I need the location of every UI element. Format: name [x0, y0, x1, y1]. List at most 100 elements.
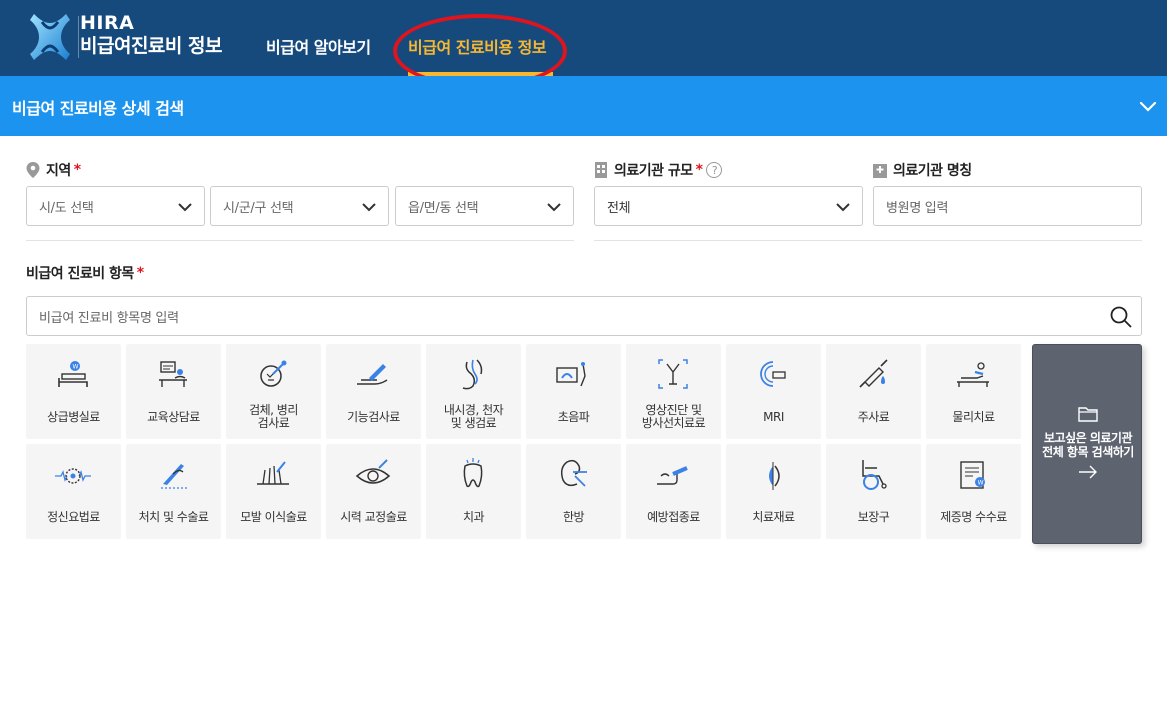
syringe-icon: [859, 359, 888, 388]
chevron-down-icon: [836, 203, 850, 212]
category-tile-vaccine[interactable]: 예방접종료: [626, 444, 721, 539]
category-label: 제증명 수수료: [940, 509, 1007, 524]
acupuncture-icon: [560, 459, 587, 487]
category-tile-imaging[interactable]: 영상진단 및 방사선치료료: [626, 344, 721, 439]
region-label-text: 지역: [46, 163, 71, 179]
category-tile-oriental[interactable]: 한방: [526, 444, 621, 539]
sido-select[interactable]: 시/도 선택: [26, 186, 205, 226]
eye-icon: [355, 459, 391, 484]
function-test-icon: [357, 364, 388, 385]
hospital-icon: [873, 164, 887, 178]
category-label: MRI: [763, 409, 784, 424]
nav-noncovered-info[interactable]: 비급여 알아보기: [266, 34, 371, 58]
imaging-icon: [658, 359, 688, 389]
required-mark: *: [73, 162, 81, 178]
hospital-label: 의료기관 명칭: [873, 160, 972, 180]
detail-search-title: 비급여 진료비용 상세 검색: [12, 99, 184, 118]
wheelchair-icon: [862, 460, 887, 490]
category-label: 주사료: [857, 409, 890, 424]
certificate-icon: W: [960, 461, 985, 489]
site-logo-text[interactable]: HIRA 비급여진료비 정보: [80, 14, 222, 56]
category-tile-specimen[interactable]: 검체, 병리 검사료: [226, 344, 321, 439]
search-all-items-button[interactable]: 보고싶은 의료기관 전체 항목 검색하기: [1032, 344, 1142, 544]
sigungu-select[interactable]: 시/군/구 선택: [210, 186, 389, 226]
scale-select[interactable]: 전체: [594, 186, 863, 226]
chevron-down-icon[interactable]: [1138, 96, 1158, 116]
category-tile-room[interactable]: W 상급병실료: [26, 344, 121, 439]
search-icon[interactable]: [1110, 306, 1132, 328]
logo-line1: HIRA: [80, 12, 135, 34]
category-label: 물리치료: [952, 409, 995, 424]
vaccine-icon: [657, 466, 688, 485]
hair-icon: [257, 461, 289, 485]
divider: [594, 240, 1142, 241]
category-tile-device[interactable]: 보장구: [826, 444, 921, 539]
folder-icon: [1078, 407, 1098, 422]
sigungu-select-value: 시/군/구 선택: [223, 200, 294, 216]
building-icon: [595, 162, 607, 178]
category-tile-injection[interactable]: 주사료: [826, 344, 921, 439]
item-search-placeholder: 비급여 진료비 항목명 입력: [39, 310, 179, 326]
surgery-icon: [161, 464, 187, 489]
category-label: 보장구: [857, 509, 890, 524]
physio-icon: [957, 362, 989, 387]
category-tile-psych[interactable]: 정신요법료: [26, 444, 121, 539]
chevron-down-icon: [178, 203, 192, 212]
category-label: 검체, 병리 검사료: [249, 403, 298, 430]
search-all-items-label: 보고싶은 의료기관 전체 항목 검색하기: [1042, 431, 1134, 459]
specimen-icon: [260, 360, 287, 387]
category-label: 영상진단 및 방사선치료료: [641, 403, 706, 430]
item-search-input[interactable]: 비급여 진료비 항목명 입력: [26, 296, 1142, 336]
scale-label-text: 의료기관 규모: [614, 163, 693, 179]
category-tile-mri[interactable]: MRI: [726, 344, 821, 439]
category-label: 시력 교정술료: [340, 509, 407, 524]
endoscope-icon: [462, 359, 483, 390]
category-label: 치료재료: [752, 509, 795, 524]
category-tile-material[interactable]: 치료재료: [726, 444, 821, 539]
category-label: 치과: [462, 509, 485, 524]
svg-text:W: W: [978, 480, 984, 487]
logo-line2: 비급여진료비 정보: [80, 35, 222, 57]
consult-icon: [159, 361, 187, 387]
scale-label: 의료기관 규모 * ?: [594, 160, 723, 180]
map-pin-icon: [26, 162, 40, 178]
category-label: 초음파: [557, 409, 590, 424]
chevron-down-icon: [547, 203, 561, 212]
arrow-right-icon: [1079, 465, 1097, 479]
category-tile-surgery[interactable]: 처치 및 수술료: [126, 444, 221, 539]
category-tile-vision[interactable]: 시력 교정술료: [326, 444, 421, 539]
tooth-icon: [463, 458, 483, 488]
category-tile-dental[interactable]: 치과: [426, 444, 521, 539]
hira-logo-icon[interactable]: [28, 12, 72, 62]
brain-icon: [55, 468, 91, 484]
category-label: 예방접종료: [647, 509, 700, 524]
ultrasound-icon: [556, 362, 586, 387]
svg-text:W: W: [73, 364, 79, 371]
required-mark: *: [136, 265, 144, 281]
category-label: 내시경, 천자 및 생검료: [443, 403, 504, 430]
material-icon: [769, 462, 780, 490]
category-label: 처치 및 수술료: [138, 509, 209, 524]
item-label-text: 비급여 진료비 항목: [26, 266, 134, 282]
category-tile-hair[interactable]: 모발 이식술료: [226, 444, 321, 539]
dong-select[interactable]: 읍/면/동 선택: [395, 186, 574, 226]
bed-icon: W: [58, 361, 88, 387]
detail-search-bar[interactable]: 비급여 진료비용 상세 검색: [0, 76, 1167, 136]
mri-icon: [760, 361, 786, 387]
category-tile-certificate[interactable]: W 제증명 수수료: [926, 444, 1021, 539]
logo-divider: [78, 16, 79, 58]
help-icon[interactable]: ?: [706, 162, 723, 178]
category-tile-consult[interactable]: 교육상담료: [126, 344, 221, 439]
required-mark: *: [695, 162, 703, 178]
hospital-name-input[interactable]: 병원명 입력: [873, 186, 1142, 226]
category-tile-endoscope[interactable]: 내시경, 천자 및 생검료: [426, 344, 521, 439]
category-label: 상급병실료: [47, 409, 100, 424]
chevron-down-icon: [362, 203, 376, 212]
category-label: 한방: [562, 509, 585, 524]
category-label: 교육상담료: [147, 409, 200, 424]
item-label: 비급여 진료비 항목 *: [26, 263, 144, 283]
category-tile-physio[interactable]: 물리치료: [926, 344, 1021, 439]
category-tile-ultrasound[interactable]: 초음파: [526, 344, 621, 439]
dong-select-value: 읍/면/동 선택: [408, 200, 479, 216]
category-tile-function[interactable]: 기능검사료: [326, 344, 421, 439]
